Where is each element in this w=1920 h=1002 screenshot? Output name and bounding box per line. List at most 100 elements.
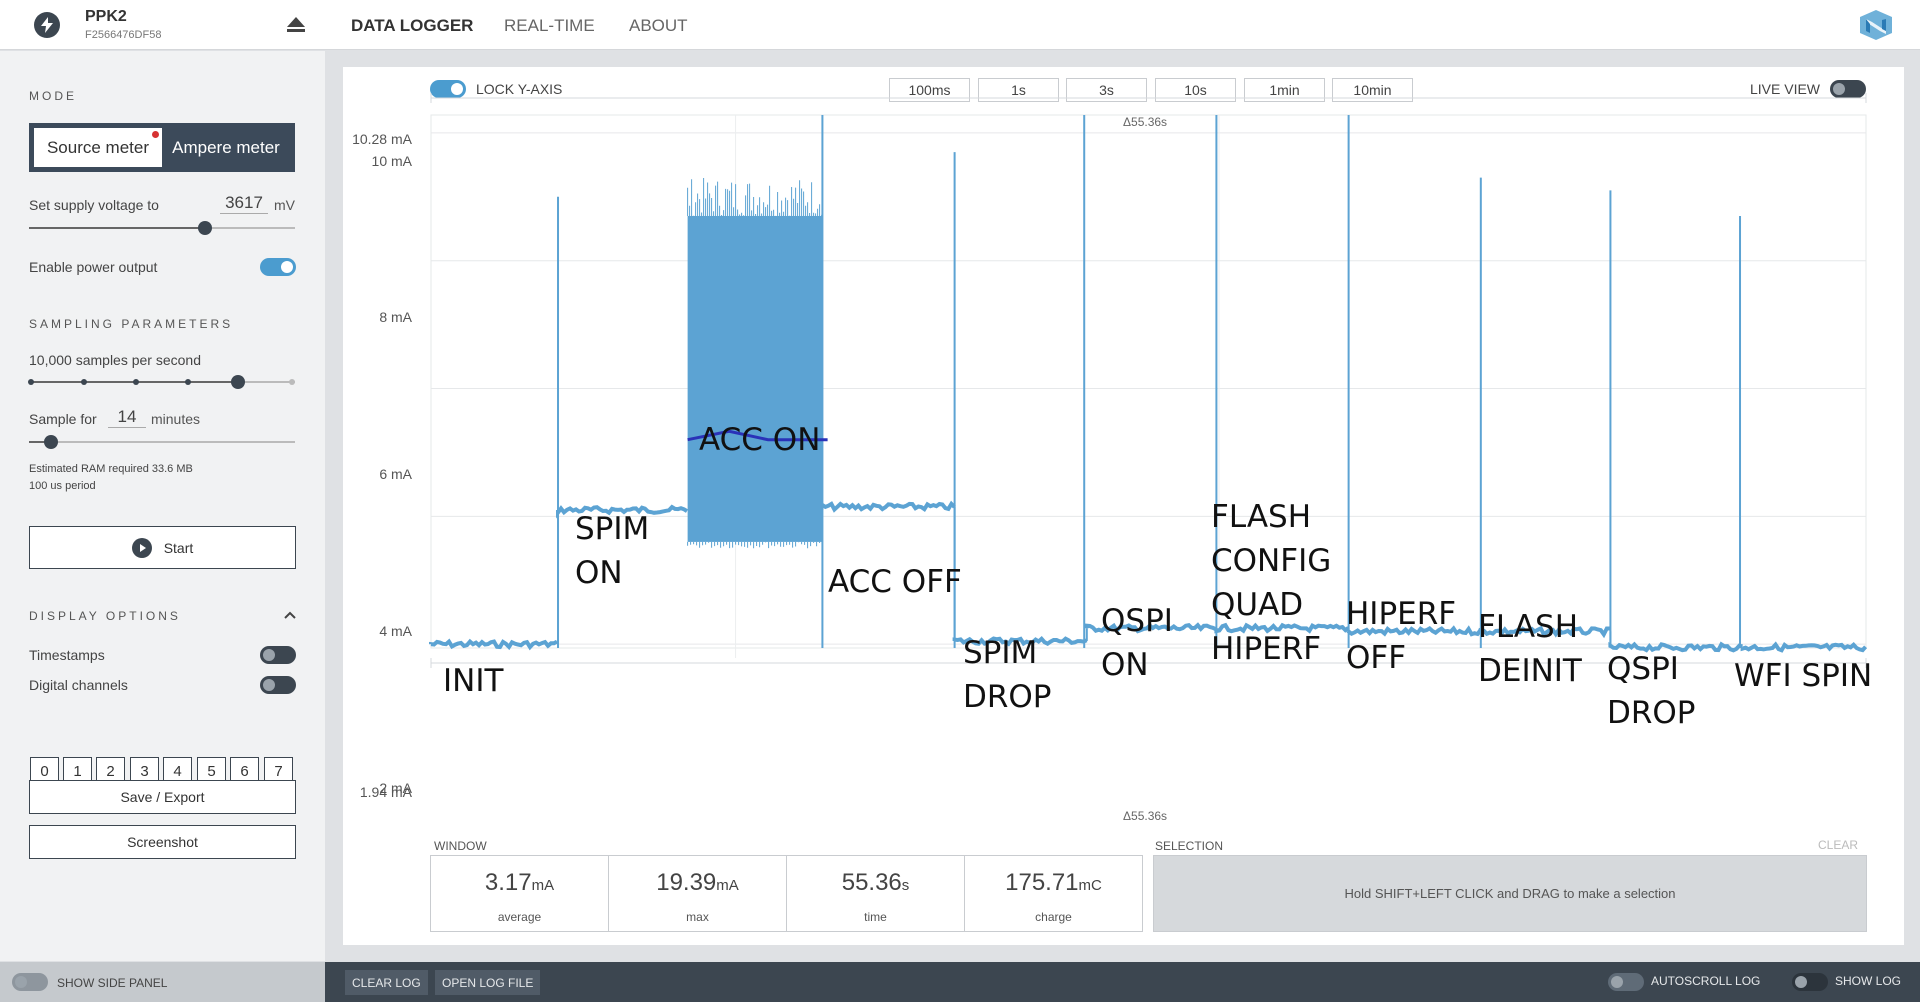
show-log-label: SHOW LOG [1835,974,1902,988]
sample-rate-tick [28,379,34,385]
source-meter-label: Source meter [46,137,150,157]
ram-required: Estimated RAM required 33.6 MB [29,463,193,475]
time-value: 55.36 [841,869,902,896]
clear-log-button[interactable]: CLEAR LOG [345,970,428,995]
timestamps-label: Timestamps [29,647,105,663]
autoscroll-log-toggle[interactable] [1608,973,1644,991]
nordic-logo [1858,10,1894,40]
chart-panel: LOCK Y-AXIS 100ms 1s 3s 10s 1min 10min L… [343,67,1904,945]
window-delta-bottom: Δ55.36s [1123,809,1168,823]
start-label: Start [163,539,194,556]
max-stat: 19.39mA max [608,855,787,932]
tab-data-logger[interactable]: DATA LOGGER [351,16,473,36]
average-unit: mA [531,877,555,894]
sample-for-label: Sample for [29,411,97,427]
charge-stat: 175.71mC charge [964,855,1143,932]
time-caption: time [864,910,887,924]
source-meter-button[interactable]: Source meter [34,128,162,167]
show-side-panel-toggle[interactable] [12,973,48,991]
chevron-up-icon[interactable] [284,607,296,625]
sample-for-unit: minutes [151,411,201,427]
side-panel: MODE Source meter Ampere meter Set suppl… [0,51,325,961]
display-options-title: DISPLAY OPTIONS [29,609,181,623]
average-stat: 3.17mA average [430,855,609,932]
tab-about[interactable]: ABOUT [629,16,688,36]
timestamps-toggle[interactable] [260,646,296,664]
autoscroll-log-label: AUTOSCROLL LOG [1651,974,1761,988]
annotation-flash-config: FLASH CONFIG QUAD HIPERF [1211,499,1332,667]
enable-power-label: Enable power output [29,259,158,275]
annotation-flash-deinit: FLASH DEINIT [1478,609,1582,689]
lightning-icon[interactable] [34,12,60,38]
noise-band [687,215,823,542]
max-unit: mA [716,877,739,894]
side-footer: SHOW SIDE PANEL [0,962,325,1002]
sample-rate-tick [81,379,87,385]
start-button[interactable]: Start [29,526,296,569]
annotation-acc-on: ACC ON [699,422,821,458]
device-serial[interactable]: F2566476DF58 [85,29,161,41]
charge-unit: mC [1078,877,1102,894]
sample-rate-rest [238,381,295,383]
indicator-dot [152,131,159,138]
annotation-spim-drop: SPIM DROP [963,635,1052,715]
annotation-spim-on: SPIM ON [575,511,650,591]
digital-channels-toggle[interactable] [260,676,296,694]
time-stat: 55.36s time [786,855,965,932]
max-value: 19.39 [656,869,717,896]
open-log-file-button[interactable]: OPEN LOG FILE [435,970,541,995]
sample-rate-knob[interactable] [231,375,245,389]
supply-slider-track [29,227,205,229]
window-stats-label: WINDOW [434,839,487,853]
average-caption: average [497,910,542,924]
log-footer: CLEAR LOG OPEN LOG FILE AUTOSCROLL LOG S… [325,962,1920,1002]
annotation-init: INIT [443,663,504,699]
save-export-button[interactable]: Save / Export [29,780,296,814]
sample-rate-tick [133,379,139,385]
tab-real-time[interactable]: REAL-TIME [504,16,595,36]
sample-period: 100 us period [29,480,96,492]
charge-caption: charge [1035,910,1072,924]
sample-rate-tick [185,379,191,385]
screenshot-button[interactable]: Screenshot [29,825,296,859]
enable-power-toggle[interactable] [260,258,296,276]
ampere-meter-button[interactable]: Ampere meter [162,128,290,167]
duration-knob[interactable] [44,435,58,449]
segment-trace [1740,641,1868,653]
annotation-acc-off: ACC OFF [828,564,962,600]
show-side-panel-label: SHOW SIDE PANEL [57,976,168,990]
annotation-qspi-on: QSPI ON [1101,603,1173,683]
annotation-qspi-drop: QSPI DROP [1607,651,1696,731]
supply-voltage-input[interactable]: 3617 [220,193,268,214]
annotation-wfi-spin: WFI SPIN [1734,658,1873,694]
supply-voltage-unit: mV [274,197,295,213]
segment-trace [429,638,558,651]
mode-switch: Source meter Ampere meter [29,123,295,172]
time-unit: s [901,877,910,894]
supply-voltage-label: Set supply voltage to [29,197,159,213]
eject-icon[interactable] [285,14,307,36]
top-bar: PPK2 F2566476DF58 DATA LOGGER REAL-TIME … [0,0,1920,50]
play-icon [131,537,152,558]
noise-spikes [687,178,823,216]
supply-slider-knob[interactable] [198,221,212,235]
annotation-hiperf-off: HIPERF OFF [1346,596,1457,676]
sample-for-input[interactable]: 14 [108,407,146,428]
noise-spikes [687,541,821,549]
digital-channels-label: Digital channels [29,677,128,693]
average-value: 3.17 [484,869,532,896]
clear-selection-button[interactable]: CLEAR [1818,838,1858,852]
sample-rate-tick [289,379,295,385]
show-log-toggle[interactable] [1792,973,1828,991]
device-name[interactable]: PPK2 [85,8,127,26]
sampling-title: SAMPLING PARAMETERS [29,317,234,331]
selection-area[interactable]: Hold SHIFT+LEFT CLICK and DRAG to make a… [1153,855,1867,932]
max-caption: max [686,910,709,924]
selection-stats-label: SELECTION [1155,839,1224,853]
samples-per-second-label: 10,000 samples per second [29,352,201,368]
supply-slider-rest [205,227,295,229]
duration-rest [51,441,295,443]
charge-value: 175.71 [1005,869,1079,896]
mode-title: MODE [29,89,77,103]
segment-trace [820,500,956,513]
